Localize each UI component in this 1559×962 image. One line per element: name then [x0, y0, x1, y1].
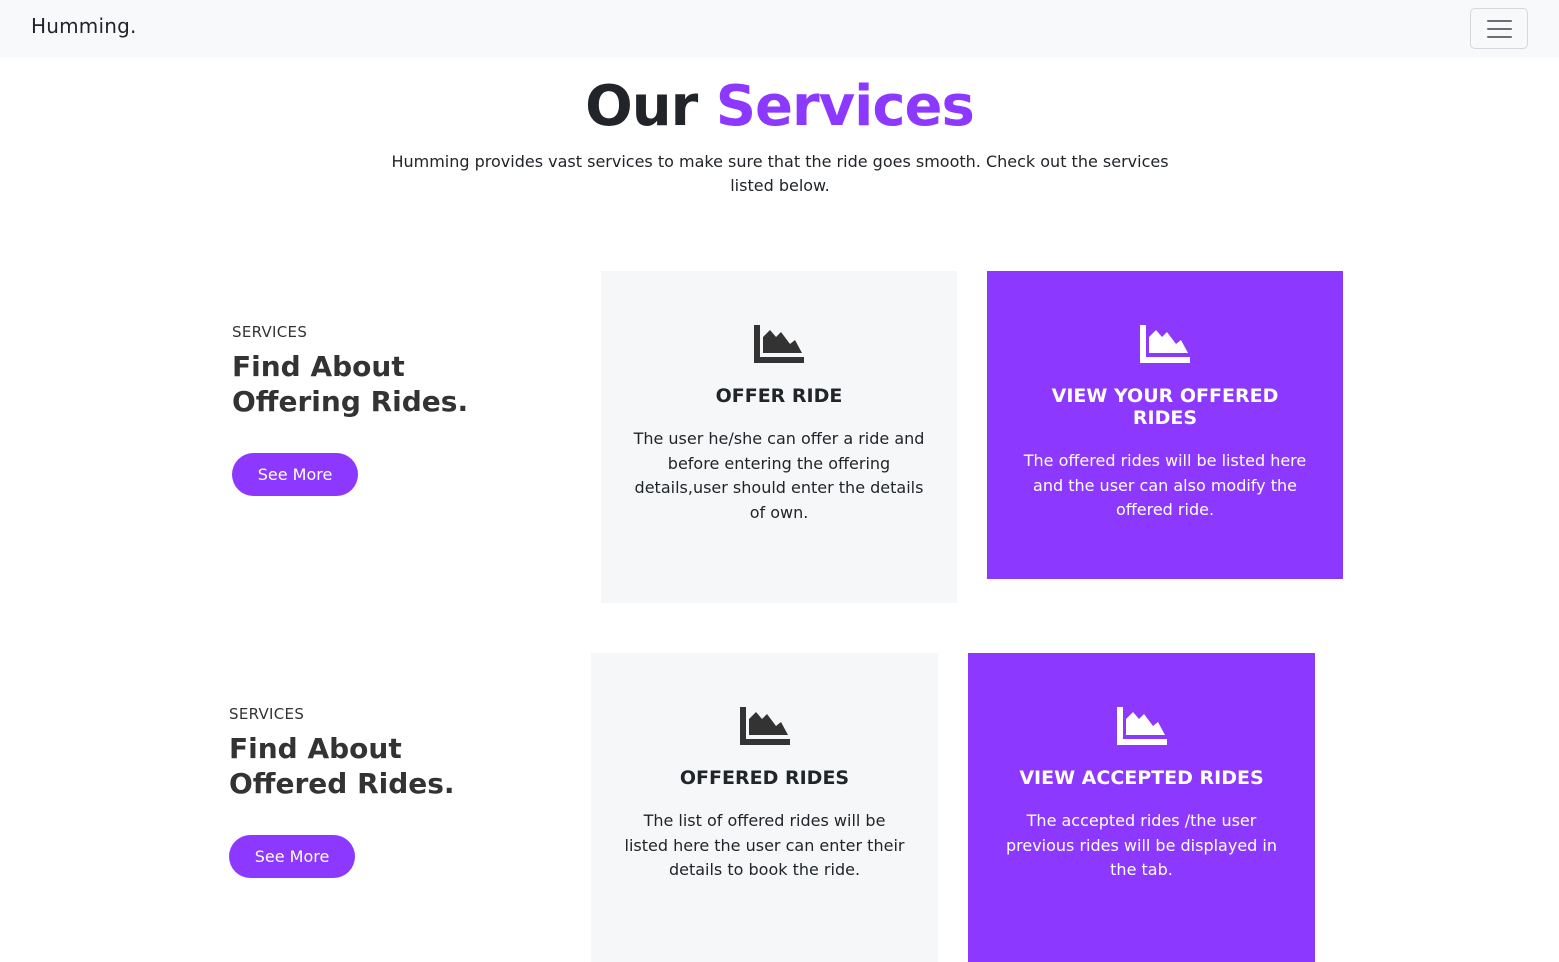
service-card-offered-rides[interactable]: OFFERED RIDES The list of offered rides … — [591, 653, 938, 962]
page-title-plain: Our — [585, 74, 698, 139]
see-more-button-offering[interactable]: See More — [232, 453, 358, 496]
area-chart-icon — [631, 325, 927, 363]
card-title: OFFERED RIDES — [679, 767, 850, 789]
page-title: Our Services — [0, 74, 1559, 139]
card-body: The list of offered rides will be listed… — [624, 811, 905, 879]
navbar: Humming. — [0, 0, 1559, 57]
navbar-toggle-button[interactable] — [1470, 8, 1528, 49]
card-title: VIEW ACCEPTED RIDES — [1019, 767, 1264, 789]
section-eyebrow: SERVICES — [232, 323, 308, 341]
section-heading: Find About Offering Rides. — [232, 350, 469, 418]
service-card-view-offered-rides[interactable]: VIEW YOUR OFFERED RIDES The offered ride… — [987, 271, 1343, 579]
see-more-button-offered[interactable]: See More — [229, 835, 355, 878]
service-card-offer-ride[interactable]: OFFER RIDE The user he/she can offer a r… — [601, 271, 957, 603]
card-body: The offered rides will be listed here an… — [1023, 451, 1307, 519]
card-title: OFFER RIDE — [715, 385, 843, 407]
card-body: The user he/she can offer a ride and bef… — [633, 429, 925, 522]
page-title-accent: Services — [715, 74, 975, 139]
area-chart-icon — [621, 707, 908, 745]
section-intro-offering: SERVICES Find About Offering Rides. — [232, 323, 532, 419]
service-card-view-accepted-rides[interactable]: VIEW ACCEPTED RIDES The accepted rides /… — [968, 653, 1315, 962]
page-subtitle: Humming provides vast services to make s… — [391, 152, 1169, 195]
area-chart-icon — [1017, 325, 1313, 363]
card-title: VIEW YOUR OFFERED RIDES — [1051, 385, 1279, 429]
section-heading: Find About Offered Rides. — [229, 732, 455, 800]
section-intro-offered: SERVICES Find About Offered Rides. — [229, 705, 529, 801]
card-body: The accepted rides /the user previous ri… — [1005, 811, 1277, 879]
area-chart-icon — [998, 707, 1285, 745]
brand-logo[interactable]: Humming. — [31, 14, 137, 38]
section-eyebrow: SERVICES — [229, 705, 305, 723]
